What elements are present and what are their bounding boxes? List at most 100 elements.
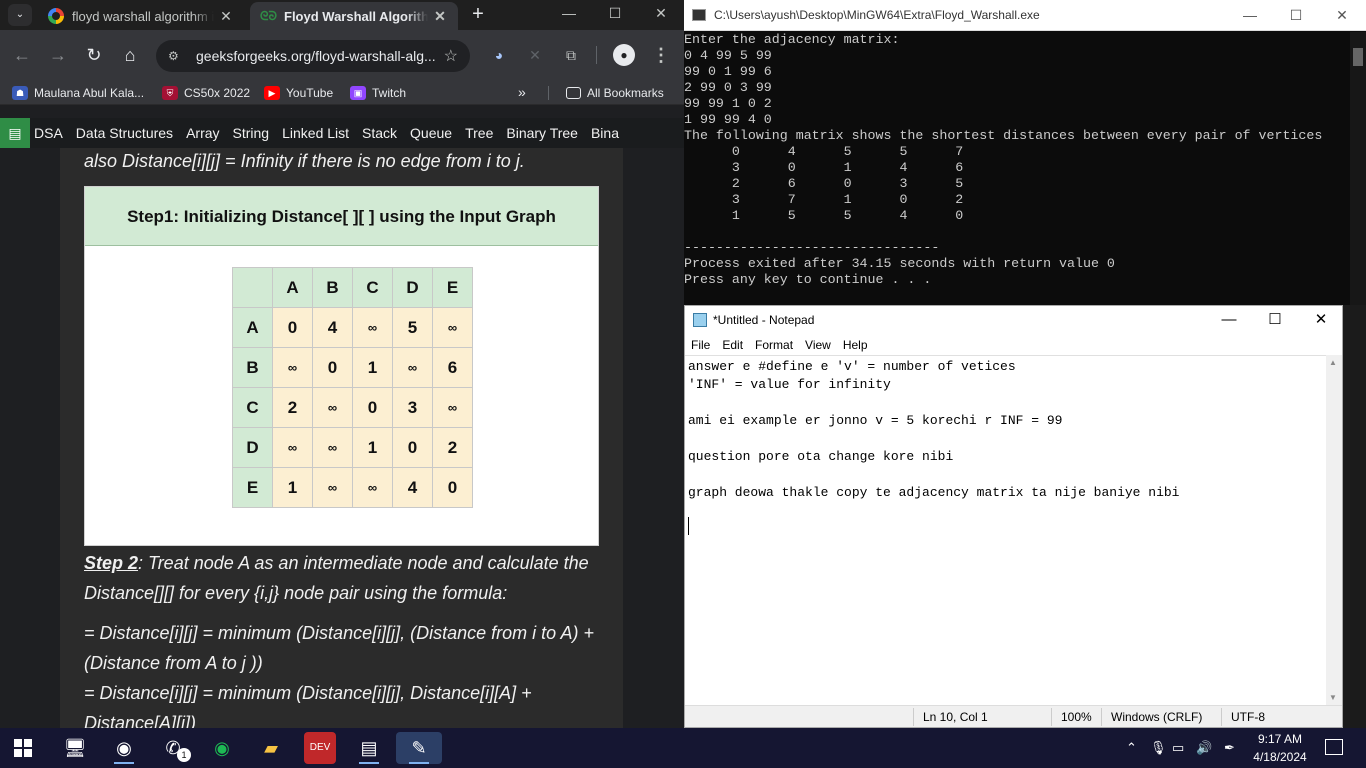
url-text[interactable]: geeksforgeeks.org/floyd-warshall-alg...	[196, 48, 444, 64]
scroll-up-icon[interactable]: ▲	[1329, 358, 1337, 367]
nav-item[interactable]: Tree	[465, 125, 493, 141]
matrix-row: C 2 ∞ 0 3 ∞	[232, 387, 473, 428]
nav-item[interactable]: Bina	[591, 125, 619, 141]
microphone-icon[interactable]: 🎙	[1150, 728, 1167, 768]
chrome-window: ⌄ floyd warshall algorithm in ✕ ᘓᘐ Floyd…	[0, 0, 684, 728]
matrix-cell: 0	[352, 387, 393, 428]
site-info-icon[interactable]: ⚙	[168, 49, 184, 63]
gfg-topic-nav: ▤ DSA Data Structures Array String Linke…	[0, 118, 684, 148]
spotify-icon[interactable]: ◉	[206, 732, 238, 764]
status-zoom: 100%	[1061, 710, 1092, 724]
bookmark-label: YouTube	[286, 86, 334, 100]
nav-item[interactable]: Data Structures	[76, 125, 173, 141]
tab-search-button[interactable]: ⌄	[8, 4, 32, 26]
forward-icon[interactable]: →	[46, 43, 70, 67]
windows-start-icon[interactable]	[14, 739, 32, 757]
extensions-puzzle-icon[interactable]: ⧉	[560, 44, 582, 66]
console-title: C:\Users\ayush\Desktop\MinGW64\Extra\Flo…	[714, 8, 1040, 22]
distance-matrix-table: A B C D E A 0 4 ∞ 5 ∞ B ∞ 0 1 ∞ 6 C 2 ∞ 0 3 ∞ D ∞ ∞ 1 0 2 E 1 ∞ ∞ 4 0	[232, 267, 473, 508]
close-tab-icon[interactable]: ✕	[218, 8, 234, 25]
profile-avatar[interactable]: ●	[613, 44, 635, 66]
nav-item[interactable]: Queue	[410, 125, 452, 141]
all-bookmarks[interactable]: All Bookmarks	[566, 84, 664, 102]
volume-icon[interactable]: 🔊	[1196, 728, 1212, 768]
matrix-cell: 5	[392, 307, 433, 348]
more-bookmarks-icon[interactable]: »	[518, 84, 526, 100]
new-tab-button[interactable]: +	[466, 3, 490, 27]
matrix-row: D ∞ ∞ 1 0 2	[232, 427, 473, 468]
tab-title: floyd warshall algorithm in	[72, 8, 214, 24]
bookmark-star-icon[interactable]: ☆	[444, 46, 458, 66]
file-explorer-pc-icon[interactable]: 🖥	[59, 732, 91, 764]
web-page: ▤ DSA Data Structures Array String Linke…	[0, 105, 684, 728]
nav-item[interactable]: Stack	[362, 125, 397, 141]
bookmark-divider	[548, 86, 549, 100]
tab-floyd-search[interactable]: floyd warshall algorithm in ✕	[38, 2, 244, 30]
reload-icon[interactable]: ↻	[82, 43, 106, 67]
scrollbar-thumb[interactable]	[1353, 48, 1363, 66]
matrix-cell: 2	[432, 427, 473, 468]
close-button[interactable]: ✕	[1299, 308, 1343, 332]
notification-icon[interactable]	[1325, 739, 1343, 755]
nav-item[interactable]: Linked List	[282, 125, 349, 141]
menu-format[interactable]: Format	[755, 338, 793, 352]
notepad-icon[interactable]: ✎	[396, 732, 442, 764]
nav-item[interactable]: DSA	[34, 125, 63, 141]
chrome-icon[interactable]: ◉	[108, 732, 140, 764]
extension-x-icon[interactable]: ✕	[524, 44, 546, 66]
menu-file[interactable]: File	[691, 338, 710, 352]
matrix-cell: 0	[272, 307, 313, 348]
menu-help[interactable]: Help	[843, 338, 868, 352]
matrix-cell: ∞	[352, 467, 393, 508]
matrix-cell: ∞	[312, 427, 353, 468]
nav-item[interactable]: Array	[186, 125, 219, 141]
bookmark-label: All Bookmarks	[587, 86, 664, 100]
notepad-text[interactable]: answer e #define e 'v' = number of vetic…	[688, 358, 1179, 502]
close-button[interactable]: ✕	[638, 0, 684, 28]
row-header: A	[232, 307, 273, 348]
matrix-cell: 0	[432, 467, 473, 508]
address-bar[interactable]: ⚙ geeksforgeeks.org/floyd-warshall-alg..…	[156, 40, 470, 72]
nav-item[interactable]: String	[233, 125, 270, 141]
taskbar-clock[interactable]: 9:17 AM 4/18/2024	[1250, 730, 1310, 766]
menu-view[interactable]: View	[805, 338, 831, 352]
status-position: Ln 10, Col 1	[923, 710, 988, 724]
notepad-scrollbar[interactable]: ▲ ▼	[1326, 355, 1342, 705]
maximize-button[interactable]: ☐	[1276, 4, 1316, 26]
console-scrollbar[interactable]	[1350, 32, 1366, 305]
folder-icon[interactable]: ▰	[255, 732, 287, 764]
minimize-button[interactable]: —	[546, 0, 592, 28]
matrix-cell: ∞	[432, 387, 473, 428]
matrix-row: A 0 4 ∞ 5 ∞	[232, 307, 473, 348]
scroll-down-icon[interactable]: ▼	[1329, 693, 1337, 702]
maximize-button[interactable]: ☐	[592, 0, 638, 28]
dev-cpp-icon[interactable]: DEV	[304, 732, 336, 764]
back-icon[interactable]: ←	[10, 43, 34, 67]
pen-icon[interactable]: ✒	[1224, 728, 1235, 768]
notepad-text-area[interactable]: answer e #define e 'v' = number of vetic…	[685, 355, 1326, 705]
extension-ai-icon[interactable]: ◕	[488, 44, 510, 66]
tray-chevron-icon[interactable]: ⌃	[1126, 728, 1137, 768]
minimize-button[interactable]: —	[1207, 308, 1251, 332]
matrix-cell: 4	[392, 467, 433, 508]
bookmark-youtube[interactable]: ▶ YouTube	[264, 84, 333, 102]
twitch-icon: ▣	[350, 86, 366, 100]
gfg-logo-icon[interactable]: ▤	[0, 118, 30, 148]
bookmark-cs50[interactable]: ⛨ CS50x 2022	[162, 84, 250, 102]
whatsapp-icon[interactable]: ✆ 1	[157, 732, 191, 764]
menu-edit[interactable]: Edit	[722, 338, 743, 352]
status-line-endings: Windows (CRLF)	[1111, 710, 1203, 724]
running-indicator	[409, 762, 429, 764]
minimize-button[interactable]: —	[1230, 4, 1270, 26]
tab-floyd-gfg[interactable]: ᘓᘐ Floyd Warshall Algorithm ✕	[250, 2, 458, 30]
network-icon[interactable]: ▭	[1172, 728, 1184, 768]
chrome-menu-icon[interactable]: ⋮	[650, 44, 672, 66]
bookmark-twitch[interactable]: ▣ Twitch	[350, 84, 406, 102]
console-app-icon[interactable]: ▤	[353, 732, 385, 764]
close-tab-icon[interactable]: ✕	[432, 8, 448, 25]
close-button[interactable]: ✕	[1322, 4, 1362, 26]
maximize-button[interactable]: ☐	[1253, 308, 1297, 332]
bookmark-maulana[interactable]: ☗ Maulana Abul Kala...	[12, 84, 144, 102]
nav-item[interactable]: Binary Tree	[506, 125, 578, 141]
home-icon[interactable]: ⌂	[118, 43, 142, 67]
